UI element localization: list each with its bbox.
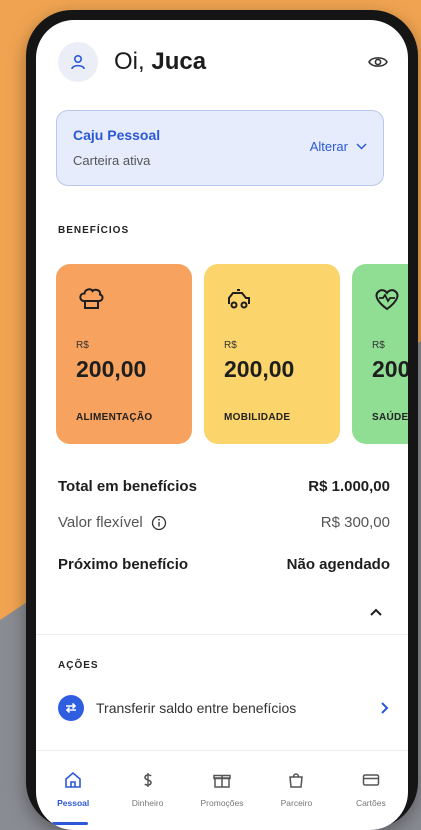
flex-value-row: Valor flexível R$ 300,00 [58,514,390,531]
wallet-name: Caju Pessoal [73,127,161,143]
heart-pulse-icon [375,289,399,311]
flex-value-label: Valor flexível [58,514,143,531]
eye-icon [368,57,388,67]
change-wallet-label: Alterar [309,139,348,154]
card-label: ALIMENTAÇÃO [76,412,153,423]
next-benefit-value: Não agendado [286,556,390,573]
card-label: SAÚDE [372,412,408,423]
card-amount: 200 [372,356,408,382]
app-screen: Oi, Juca Caju Pessoal Carteira ativa Alt… [36,20,408,830]
benefit-card-mobilidade[interactable]: R$ 200,00 MOBILIDADE [204,264,340,444]
next-benefit-label: Próximo benefício [58,556,189,573]
nav-item-promocoes[interactable]: Promoções [185,758,259,826]
benefit-card-alimentacao[interactable]: R$ 200,00 ALIMENTAÇÃO [56,264,192,444]
section-divider [36,634,408,635]
chevron-right-icon [381,702,389,714]
nav-label: Pessoal [57,798,90,808]
info-icon[interactable] [151,515,167,531]
chevron-up-icon[interactable] [368,604,384,620]
card-currency: R$ [372,340,385,351]
bottom-nav: Pessoal Dinheiro Promoções Parceiro Cart… [36,758,408,826]
nav-item-dinheiro[interactable]: Dinheiro [110,758,184,826]
chef-hat-icon [79,288,104,309]
bag-icon [289,773,304,788]
phone-frame: Oi, Juca Caju Pessoal Carteira ativa Alt… [26,10,418,830]
user-name: Juca [151,48,207,75]
total-benefits-row: Total em benefícios R$ 1.000,00 [58,478,390,495]
benefits-section-title: BENEFÍCIOS [58,225,130,236]
nav-label: Cartões [355,798,386,808]
card-currency: R$ [76,340,89,351]
greeting-prefix: Oi, [114,48,145,75]
wallet-status: Carteira ativa [73,153,151,168]
user-icon [71,54,85,70]
gift-icon [213,774,231,788]
card-label: MOBILIDADE [224,412,291,423]
actions-section-title: AÇÕES [58,660,99,671]
nav-label: Parceiro [280,798,313,808]
total-benefits-value: R$ 1.000,00 [308,478,390,495]
home-icon [65,771,82,788]
car-icon [228,289,250,309]
chevron-down-icon [356,143,367,150]
card-amount: 200,00 [224,356,295,382]
card-currency: R$ [224,340,237,351]
change-wallet-button[interactable]: Alterar [310,139,367,154]
dollar-icon [143,773,152,787]
benefit-card-saude[interactable]: R$ 200 SAÚDE [352,264,408,444]
transfer-balance-action[interactable]: Transferir saldo entre benefícios [58,692,390,724]
total-benefits-label: Total em benefícios [58,478,197,495]
header: Oi, Juca [58,42,390,82]
nav-item-cartoes[interactable]: Cartões [334,758,408,826]
transfer-balance-label: Transferir saldo entre benefícios [96,700,297,716]
nav-item-pessoal[interactable]: Pessoal [36,758,110,826]
nav-divider [36,750,408,751]
card-icon [362,774,380,786]
nav-label: Promoções [200,798,244,808]
active-tab-indicator [52,822,88,825]
card-amount: 200,00 [76,356,147,382]
nav-label: Dinheiro [131,798,164,808]
greeting: Oi, Juca [114,48,206,76]
nav-item-parceiro[interactable]: Parceiro [259,758,333,826]
toggle-visibility-button[interactable] [366,50,390,74]
wallet-selector[interactable]: Caju Pessoal Carteira ativa Alterar [56,110,384,186]
next-benefit-row: Próximo benefício Não agendado [58,556,390,573]
flex-value-amount: R$ 300,00 [320,514,390,531]
transfer-icon [58,695,84,721]
avatar[interactable] [58,42,98,82]
